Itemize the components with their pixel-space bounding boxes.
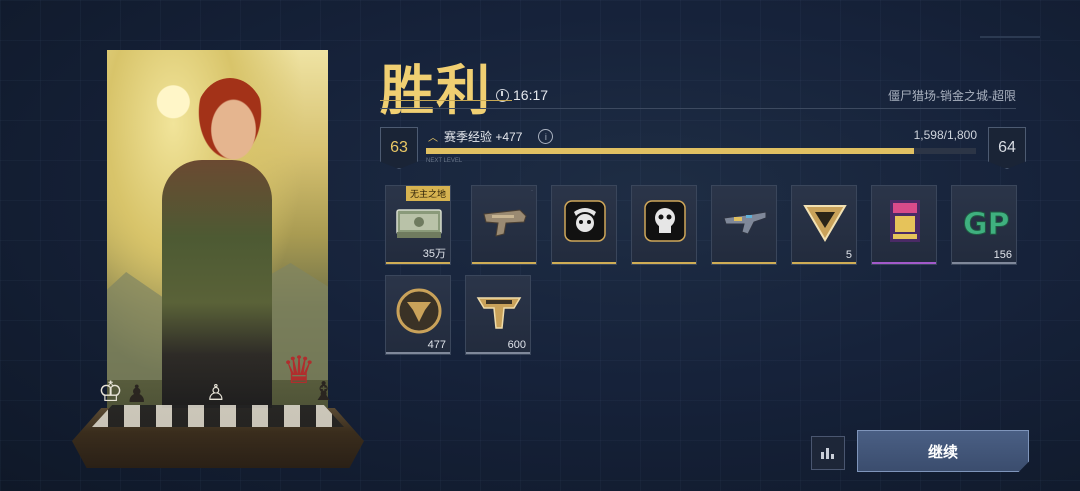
gp-currency-icon: GP bbox=[960, 196, 1011, 246]
pistol-icon bbox=[480, 196, 530, 246]
rarity-bar bbox=[712, 262, 776, 264]
rarity-bar bbox=[472, 262, 536, 264]
xp-caption: NEXT LEVEL bbox=[426, 158, 463, 164]
svg-text:GP: GP bbox=[963, 207, 1010, 242]
rarity-bar bbox=[386, 262, 450, 264]
chess-pawn-icon: ♙ bbox=[206, 380, 226, 405]
reward-item-rank-coin[interactable]: 477 bbox=[385, 275, 451, 355]
decoration-line bbox=[980, 36, 1040, 38]
rarity-bar bbox=[872, 262, 936, 264]
reward-count: 156 bbox=[993, 249, 1012, 261]
header-divider bbox=[380, 108, 1016, 109]
rifle-icon bbox=[720, 196, 770, 246]
reward-item-cash[interactable]: 无主之地 35万 bbox=[385, 185, 451, 265]
xp-progress-fill bbox=[426, 148, 915, 154]
next-level-badge: 64 bbox=[988, 127, 1026, 169]
reward-count: 35万 bbox=[422, 248, 446, 260]
ox-skull-emblem-icon bbox=[560, 196, 610, 246]
current-level-badge: 63 bbox=[380, 127, 418, 169]
chess-king-icon: ♔ bbox=[98, 376, 124, 407]
rank-coin-icon bbox=[394, 286, 444, 336]
reward-tag: 无主之地 bbox=[405, 186, 450, 201]
triangle-token-icon bbox=[800, 196, 850, 246]
reward-count: 600 bbox=[507, 339, 526, 351]
rarity-bar bbox=[792, 262, 856, 264]
title-underline bbox=[380, 100, 512, 101]
xp-progress-value: 1,598/1,800 bbox=[913, 128, 977, 142]
xp-progress-bar bbox=[426, 148, 976, 154]
reward-item-pistol[interactable]: · bbox=[471, 185, 537, 265]
continue-button[interactable]: 继续 bbox=[857, 430, 1029, 472]
result-title: 胜利 bbox=[380, 59, 492, 122]
reward-item-gp[interactable]: GP 156 bbox=[951, 185, 1017, 265]
reward-count: 477 bbox=[427, 339, 446, 351]
chess-bishop-icon: ♝ bbox=[312, 376, 336, 406]
poster-icon bbox=[880, 196, 930, 246]
skull-emblem-icon bbox=[640, 196, 690, 246]
reward-item-rifle[interactable] bbox=[711, 185, 777, 265]
reward-count: 5 bbox=[845, 249, 852, 261]
rarity-bar bbox=[386, 352, 450, 354]
reward-item-triangle-token[interactable]: 5 bbox=[791, 185, 857, 265]
chess-figure-icon: ♛ bbox=[282, 350, 317, 392]
reward-item-poster[interactable] bbox=[871, 185, 937, 265]
reward-item-rank-emblem[interactable]: 600 bbox=[465, 275, 531, 355]
xp-gain-label: ︿ 赛季经验 +477 i bbox=[428, 128, 554, 145]
stats-button[interactable] bbox=[811, 436, 845, 470]
chess-pawn-icon: ♟ bbox=[126, 381, 148, 408]
chevron-up-icon: ︿ bbox=[428, 133, 438, 144]
rarity-bar bbox=[952, 262, 1016, 264]
rarity-bar bbox=[552, 262, 616, 264]
reward-item-ox-emblem[interactable] bbox=[551, 185, 617, 265]
chessboard-top bbox=[92, 405, 344, 427]
character-head bbox=[195, 78, 265, 164]
rarity-bar bbox=[632, 262, 696, 264]
match-location: 僵尸猎场-销金之城-超限 bbox=[888, 89, 1016, 103]
reward-item-skull-emblem[interactable] bbox=[631, 185, 697, 265]
rarity-bar bbox=[466, 352, 530, 354]
xp-gain-text: 赛季经验 +477 bbox=[444, 130, 523, 144]
match-time-text: 16:17 bbox=[513, 87, 549, 103]
info-icon[interactable]: i bbox=[538, 129, 554, 144]
rank-emblem-icon bbox=[474, 286, 524, 336]
cash-bundle-icon bbox=[394, 196, 444, 246]
bar-chart-icon bbox=[821, 448, 834, 459]
